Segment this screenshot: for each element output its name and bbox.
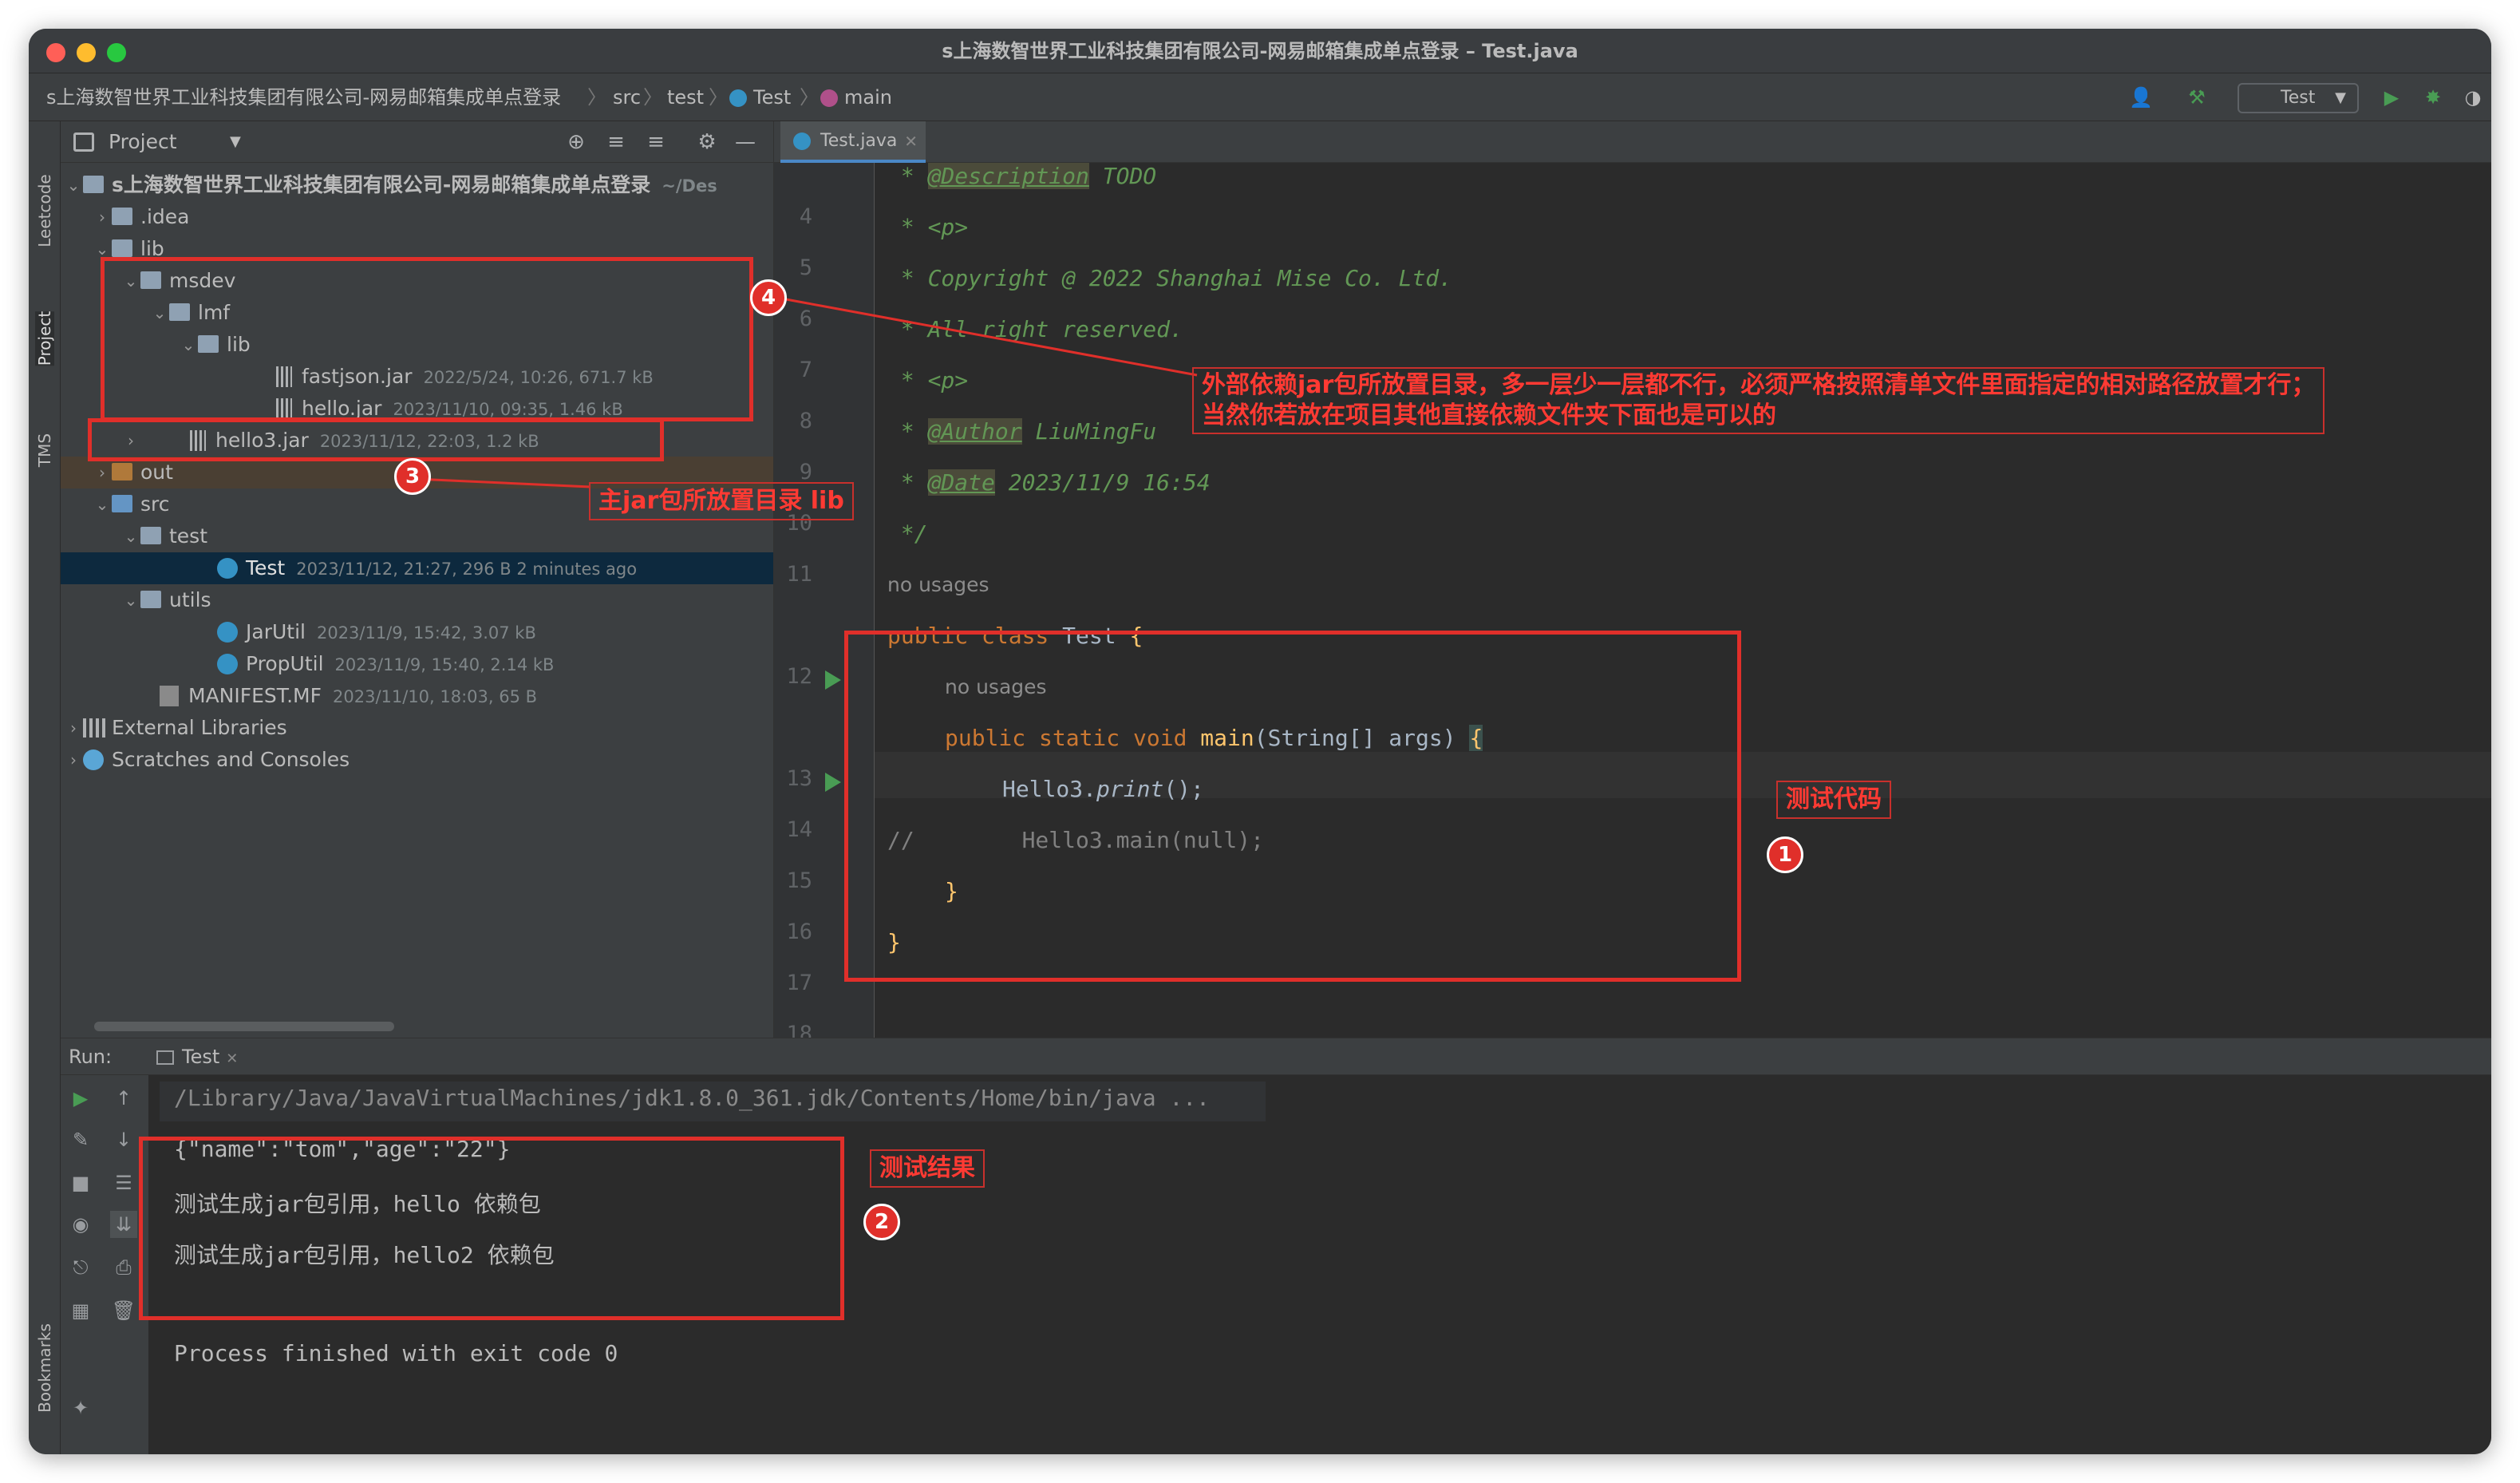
note-line: 当然你若放在项目其他直接依赖文件夹下面也是可以的 xyxy=(1202,401,1776,429)
highlight-box-main-jar xyxy=(88,418,664,461)
note-main-jar-dir: 主jar包所放置目录 lib xyxy=(589,482,854,520)
badge-1: 1 xyxy=(1767,836,1803,873)
badge-4: 4 xyxy=(750,279,787,316)
note-test-result: 测试结果 xyxy=(870,1149,985,1188)
highlight-box-test-result xyxy=(139,1137,844,1320)
highlight-box-dependency-dir xyxy=(101,257,753,421)
connector-line-3 xyxy=(414,477,591,488)
highlight-box-test-code xyxy=(844,631,1741,982)
badge-3: 3 xyxy=(394,458,431,495)
connector-line-4 xyxy=(785,298,1198,377)
note-test-code: 测试代码 xyxy=(1776,781,1891,819)
note-dependency-dir: 外部依赖jar包所放置目录，多一层少一层都不行，必须严格按照清单文件里面指定的相… xyxy=(1192,367,2325,434)
badge-2: 2 xyxy=(863,1204,900,1240)
note-line: 外部依赖jar包所放置目录，多一层少一层都不行，必须严格按照清单文件里面指定的相… xyxy=(1202,371,2316,399)
